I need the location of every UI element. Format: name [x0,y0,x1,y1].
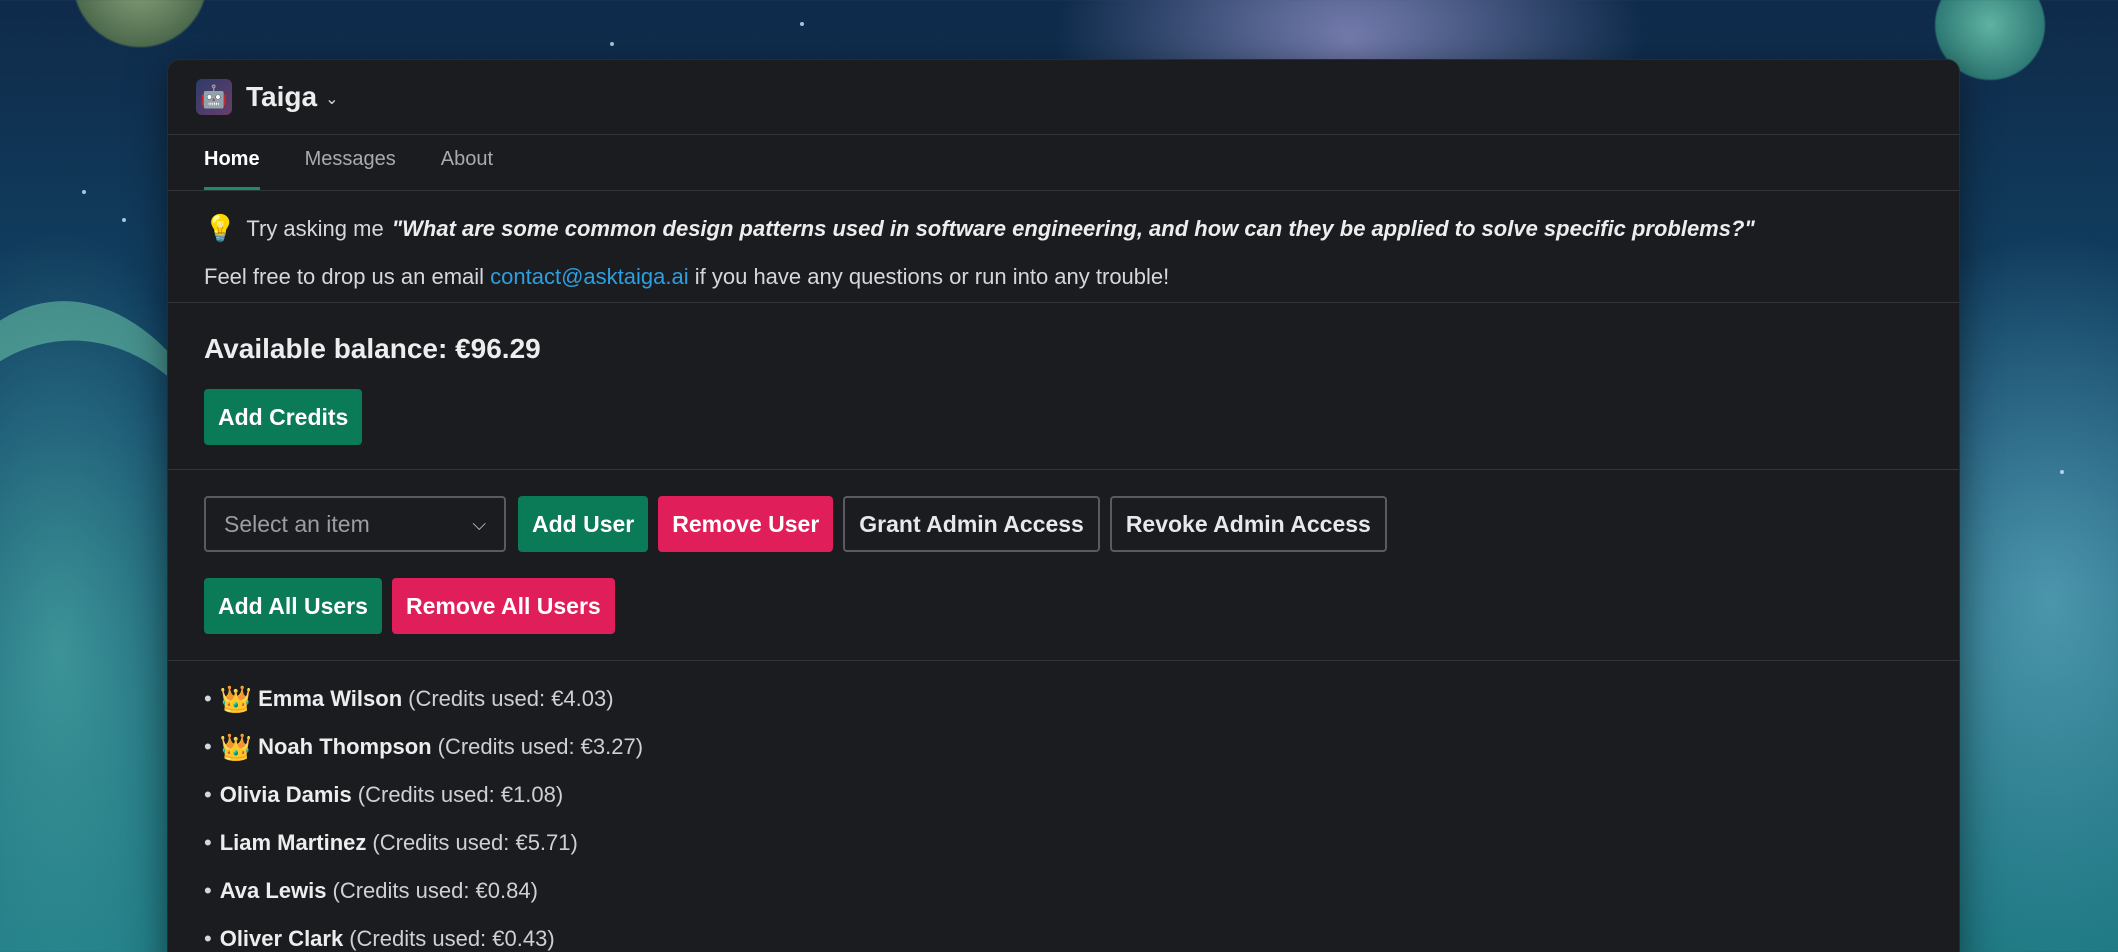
tab-about[interactable]: About [441,148,493,190]
list-item: • Oliver Clark (Credits used: €0.43) [204,915,1959,952]
hint-quote: "What are some common design patterns us… [391,215,1755,241]
add-all-users-button[interactable]: Add All Users [204,578,382,634]
list-item: • Liam Martinez (Credits used: €5.71) [204,819,1959,867]
background-star [82,190,86,194]
background-star [800,22,804,26]
app-window: 🤖 Taiga ⌄ Home Messages About 💡 Try aski… [168,60,1959,952]
user-name: Noah Thompson [258,734,432,759]
grant-admin-button[interactable]: Grant Admin Access [843,496,1100,552]
contact-line: Feel free to drop us an email contact@as… [204,264,1959,290]
background-star [610,42,614,46]
bullet: • [204,878,212,903]
user-name: Emma Wilson [258,686,403,711]
user-credits: (Credits used: €4.03) [408,686,614,711]
crown-icon: 👑 [219,731,253,762]
bullet: • [204,686,212,711]
divider [168,660,1959,661]
contact-email-link[interactable]: contact@asktaiga.ai [490,264,688,289]
user-credits: (Credits used: €1.08) [357,782,564,807]
user-name: Oliver Clark [219,926,344,951]
crown-icon: 👑 [219,683,253,714]
title-bar: 🤖 Taiga ⌄ [168,60,1959,135]
list-item: • Ava Lewis (Credits used: €0.84) [204,867,1959,915]
revoke-admin-button[interactable]: Revoke Admin Access [1109,496,1387,552]
hint-prefix: Try asking me [246,215,384,241]
user-credits: (Credits used: €3.27) [437,734,644,759]
add-user-button[interactable]: Add User [518,496,649,552]
user-select-dropdown[interactable]: Select an item ⌵ [204,496,506,552]
bulk-user-controls: Add All Users Remove All Users [204,578,1959,634]
list-item: • 👑 Noah Thompson (Credits used: €3.27) [204,723,1959,771]
bullet: • [204,830,212,855]
user-credits: (Credits used: €0.43) [349,926,555,951]
remove-user-button[interactable]: Remove User [658,496,834,552]
tab-messages[interactable]: Messages [305,148,396,190]
user-name: Liam Martinez [219,830,367,855]
user-credits: (Credits used: €0.84) [332,878,538,903]
add-credits-button[interactable]: Add Credits [204,389,363,445]
tab-bar: Home Messages About [168,135,1959,191]
tab-home[interactable]: Home [204,148,260,190]
divider [168,469,1959,470]
available-balance: Available balance: €96.29 [204,333,541,364]
divider [168,302,1959,303]
robot-avatar-icon: 🤖 [196,79,232,115]
bullet: • [204,734,212,759]
app-title[interactable]: Taiga [246,81,317,113]
background-star [2060,470,2064,474]
home-content: 💡 Try asking me "What are some common de… [168,213,1959,952]
user-credits: (Credits used: €5.71) [372,830,578,855]
list-item: • Olivia Damis (Credits used: €1.08) [204,771,1959,819]
user-controls: Select an item ⌵ Add User Remove User Gr… [204,496,1959,552]
chevron-down-icon: ⌵ [472,513,486,534]
user-name: Ava Lewis [219,878,327,903]
contact-suffix: if you have any questions or run into an… [694,264,1170,289]
select-placeholder: Select an item [224,510,370,537]
user-list: • 👑 Emma Wilson (Credits used: €4.03) • … [204,675,1959,952]
bullet: • [204,782,212,807]
chevron-down-icon[interactable]: ⌄ [325,89,338,109]
hint-line: 💡 Try asking me "What are some common de… [204,213,1959,244]
bullet: • [204,926,212,951]
list-item: • 👑 Emma Wilson (Credits used: €4.03) [204,675,1959,723]
remove-all-users-button[interactable]: Remove All Users [391,578,615,634]
lightbulb-icon: 💡 [204,213,237,243]
background-star [122,218,126,222]
user-name: Olivia Damis [219,782,352,807]
contact-prefix: Feel free to drop us an email [204,264,485,289]
